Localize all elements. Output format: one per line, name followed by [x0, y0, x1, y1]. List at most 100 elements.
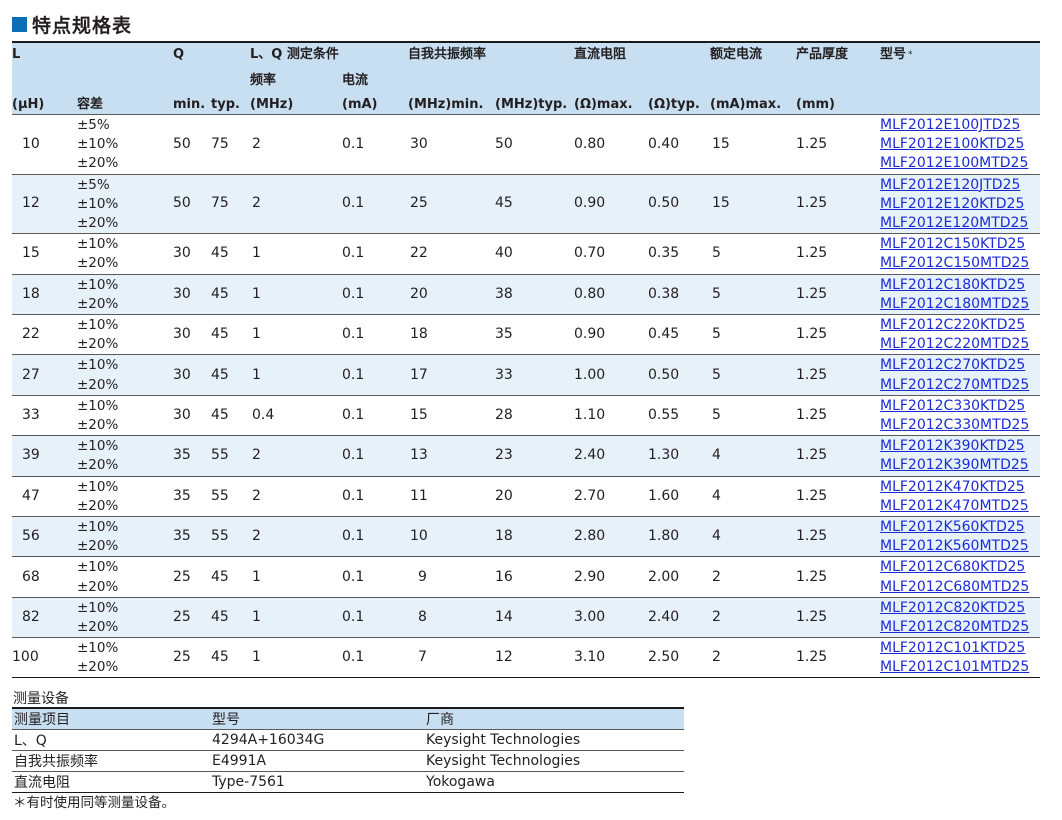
cell-srf-min: 11	[410, 487, 428, 504]
measurement-header-item: 测量项目	[14, 712, 70, 728]
cell-freq: 1	[252, 366, 261, 383]
tolerance-value: ±20%	[77, 376, 119, 393]
cell-current: 0.1	[342, 245, 365, 262]
model-link[interactable]: MLF2012C820MTD25	[880, 618, 1029, 637]
tolerance-value: ±10%	[77, 599, 119, 616]
model-link[interactable]: MLF2012C330MTD25	[880, 416, 1029, 435]
model-link[interactable]: MLF2012K560MTD25	[880, 537, 1029, 556]
header-rated-max: (mA)max.	[710, 97, 782, 112]
measurement-row: L、Q 4294A+16034G Keysight Technologies	[12, 729, 684, 751]
model-link[interactable]: MLF2012C220KTD25	[880, 316, 1029, 335]
table-row: 10 50 75 2 0.1 30 50 0.80 0.40 15 1.25 ±5% ±10% ±20% M…	[12, 114, 1040, 174]
model-list: MLF2012C150KTD25 MLF2012C150MTD25	[880, 235, 1029, 273]
cell-q-typ: 45	[211, 406, 229, 423]
tolerance-list: ±10% ±20%	[77, 639, 118, 677]
cell-inductance: 39	[22, 447, 40, 464]
cell-srf-typ: 33	[495, 366, 513, 383]
header-rated: 额定电流	[710, 47, 763, 62]
cell-current: 0.1	[342, 326, 365, 343]
tolerance-value: ±10%	[77, 276, 119, 293]
model-link[interactable]: MLF2012C680MTD25	[880, 578, 1029, 597]
cell-dcr-max: 0.70	[574, 245, 606, 262]
model-link[interactable]: MLF2012C150MTD25	[880, 254, 1029, 273]
model-link[interactable]: MLF2012E120JTD25	[880, 176, 1028, 195]
model-link[interactable]: MLF2012C220MTD25	[880, 335, 1029, 354]
cell-srf-min: 22	[410, 245, 428, 262]
model-link[interactable]: MLF2012C820KTD25	[880, 599, 1029, 618]
model-list: MLF2012E120JTD25 MLF2012E120KTD25 MLF2012E…	[880, 176, 1028, 234]
table-row: 18 30 45 1 0.1 20 38 0.80 0.38 5 1.25 ±10% ±20% MLF20…	[12, 273, 1040, 314]
cell-current: 0.1	[342, 195, 365, 212]
cell-dcr-max: 2.40	[574, 447, 606, 464]
cell-current: 0.1	[342, 285, 365, 302]
tolerance-value: ±10%	[77, 317, 119, 333]
model-list: MLF2012C680KTD25 MLF2012C680MTD25	[880, 558, 1029, 596]
cell-srf-min: 9	[418, 568, 427, 585]
cell-inductance: 100	[12, 649, 39, 666]
table-row: 47 35 55 2 0.1 11 20 2.70 1.60 4 1.25 ±10% ±20% MLF20…	[12, 475, 1040, 516]
tolerance-value: ±10%	[77, 357, 119, 374]
model-link[interactable]: MLF2012C180MTD25	[880, 295, 1029, 314]
cell-dcr-typ: 0.50	[648, 366, 680, 383]
measurement-row: 自我共振频率 E4991A Keysight Technologies	[12, 750, 684, 772]
model-link[interactable]: MLF2012C270KTD25	[880, 356, 1029, 375]
cell-thickness: 1.25	[796, 326, 828, 343]
cell-srf-typ: 40	[495, 245, 513, 262]
cell-freq: 2	[252, 447, 261, 464]
model-link[interactable]: MLF2012K390MTD25	[880, 456, 1029, 475]
cell-q-min: 30	[173, 406, 191, 423]
header-mhz: (MHz)	[250, 97, 294, 112]
cell-srf-typ: 38	[495, 285, 513, 302]
model-link[interactable]: MLF2012C101MTD25	[880, 658, 1029, 677]
header-model: 型号 *	[880, 47, 913, 62]
cell-dcr-typ: 0.45	[648, 326, 680, 343]
tolerance-value: ±10%	[77, 559, 119, 576]
cell-current: 0.1	[342, 528, 365, 545]
model-link[interactable]: MLF2012C101KTD25	[880, 639, 1029, 658]
cell-q-typ: 45	[211, 649, 229, 666]
model-link[interactable]: MLF2012E120MTD25	[880, 214, 1028, 233]
cell-q-min: 35	[173, 447, 191, 464]
cell-q-typ: 45	[211, 366, 229, 383]
model-link[interactable]: MLF2012C680KTD25	[880, 558, 1029, 577]
model-link[interactable]: MLF2012K470MTD25	[880, 497, 1029, 516]
model-link[interactable]: MLF2012K390KTD25	[880, 437, 1029, 456]
cell-dcr-max: 0.80	[574, 135, 606, 152]
cell-rated: 5	[712, 285, 721, 302]
model-link[interactable]: MLF2012C180KTD25	[880, 276, 1029, 295]
model-link[interactable]: MLF2012C270MTD25	[880, 376, 1029, 395]
model-link[interactable]: MLF2012K470KTD25	[880, 478, 1029, 497]
cell-freq: 1	[252, 285, 261, 302]
cell-dcr-typ: 2.40	[648, 608, 680, 625]
tolerance-value: ±20%	[77, 659, 119, 676]
cell-q-typ: 75	[211, 195, 229, 212]
cell-current: 0.1	[342, 608, 365, 625]
cell-srf-typ: 23	[495, 447, 513, 464]
cell-inductance: 27	[22, 366, 40, 383]
tolerance-value: ±20%	[77, 497, 119, 514]
cell-q-min: 30	[173, 245, 191, 262]
header-freq: 频率	[250, 73, 277, 88]
cell-q-typ: 45	[211, 608, 229, 625]
model-link[interactable]: MLF2012E120KTD25	[880, 195, 1028, 214]
header-cond: L、Q 测定条件	[250, 47, 339, 62]
model-link[interactable]: MLF2012C150KTD25	[880, 235, 1029, 254]
cell-rated: 5	[712, 406, 721, 423]
table-row: 100 25 45 1 0.1 7 12 3.10 2.50 2 1.25 ±10% ±20% MLF20…	[12, 637, 1040, 678]
model-link[interactable]: MLF2012E100JTD25	[880, 116, 1028, 135]
model-link[interactable]: MLF2012C330KTD25	[880, 397, 1029, 416]
cell-freq: 2	[252, 487, 261, 504]
model-link[interactable]: MLF2012E100KTD25	[880, 135, 1028, 154]
measurement-label: 测量设备	[13, 691, 69, 707]
spec-table-header: L Q L、Q 测定条件 自我共振频率 直流电阻 额定电流 产品厚度 型号 * 频…	[12, 41, 1040, 114]
tolerance-value: ±10%	[77, 519, 119, 535]
model-link[interactable]: MLF2012K560KTD25	[880, 518, 1029, 537]
footnote: ＊有时使用同等测量设备。	[13, 795, 175, 811]
cell-freq: 1	[252, 608, 261, 625]
cell-current: 0.1	[342, 135, 365, 152]
tolerance-value: ±20%	[77, 538, 119, 555]
cell-freq: 1	[252, 649, 261, 666]
model-link[interactable]: MLF2012E100MTD25	[880, 154, 1028, 173]
header-dcr: 直流电阻	[574, 47, 627, 62]
tolerance-value: ±10%	[77, 397, 119, 414]
